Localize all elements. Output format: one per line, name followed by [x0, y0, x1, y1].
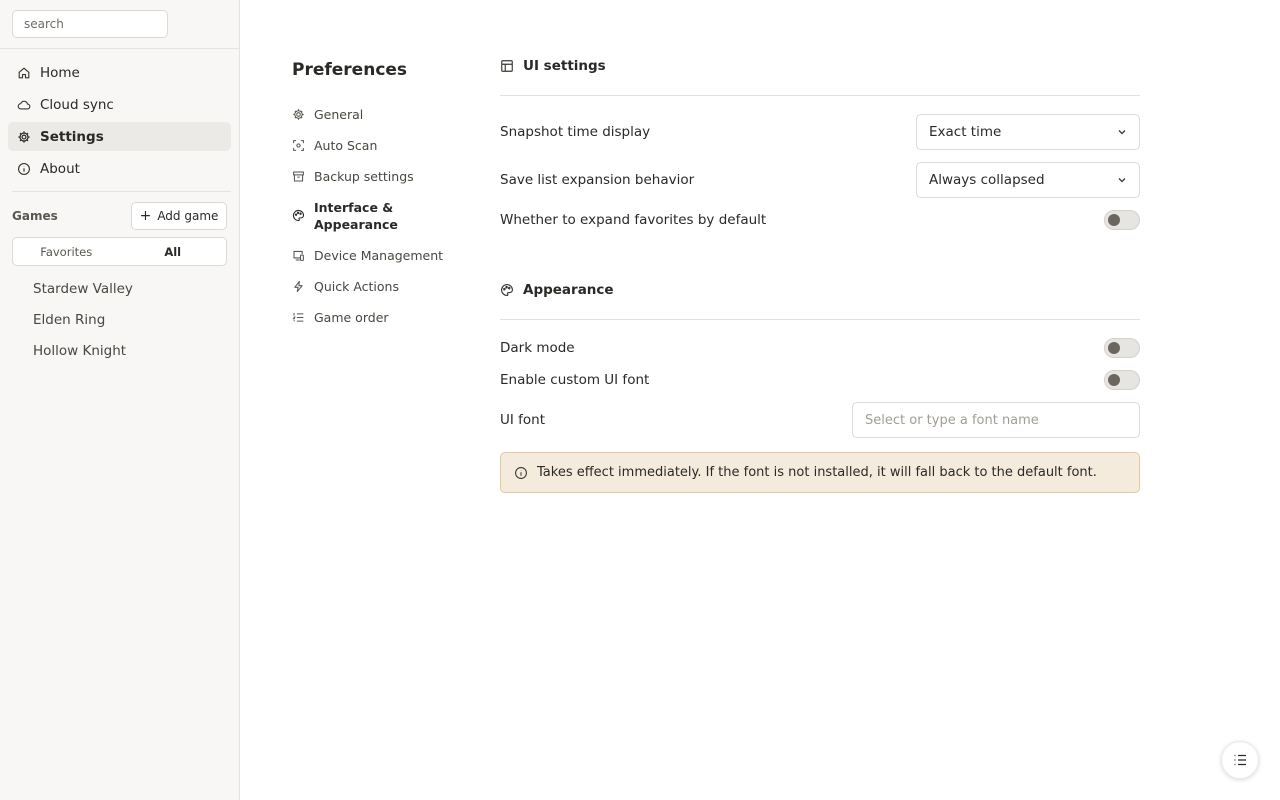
filter-favorites[interactable]: Favorites	[13, 238, 120, 265]
palette-icon	[500, 283, 514, 297]
nav-item-label: Settings	[40, 128, 104, 145]
pref-item-game-order[interactable]: Game order	[292, 310, 389, 325]
nav-item-label: Home	[40, 64, 80, 81]
game-item[interactable]: Stardew Valley	[33, 281, 133, 297]
home-icon	[17, 66, 31, 80]
layout-icon	[500, 59, 514, 73]
plus-icon: +	[139, 208, 152, 224]
expand-favorites-toggle[interactable]	[1104, 210, 1140, 230]
custom-font-toggle[interactable]	[1104, 370, 1140, 390]
gear-icon	[17, 130, 31, 144]
select-value: Always collapsed	[929, 172, 1045, 188]
lightning-icon	[292, 280, 305, 293]
pref-item-device-management[interactable]: Device Management	[292, 248, 443, 263]
ui-font-input[interactable]	[853, 403, 1139, 437]
filter-all[interactable]: All	[120, 238, 227, 265]
pref-item-label: Auto Scan	[314, 138, 378, 153]
toggle-knob	[1108, 374, 1120, 386]
cloud-icon	[17, 98, 31, 112]
pref-item-label: Game order	[314, 310, 389, 325]
divider	[500, 95, 1140, 96]
info-icon	[514, 466, 528, 480]
palette-icon	[292, 209, 305, 222]
nav-item-label: About	[40, 160, 80, 177]
expand-favorites-label: Whether to expand favorites by default	[500, 212, 767, 228]
pref-item-label: Backup settings	[314, 169, 414, 184]
ui-font-label: UI font	[500, 412, 546, 428]
sidebar: Home Cloud sync Settings About Games + A…	[0, 0, 240, 800]
search-input[interactable]	[13, 11, 167, 37]
add-game-label: Add game	[157, 209, 219, 223]
list-icon	[1232, 752, 1248, 768]
page-title: Preferences	[292, 60, 408, 80]
nav-item-label: Cloud sync	[40, 96, 114, 113]
game-item[interactable]: Hollow Knight	[33, 343, 126, 359]
pref-item-label: Interface & Appearance	[314, 200, 398, 232]
pref-item-backup-settings[interactable]: Backup settings	[292, 169, 414, 184]
add-game-button[interactable]: + Add game	[131, 202, 227, 230]
section-appearance: Appearance	[500, 282, 614, 298]
scan-icon	[292, 139, 305, 152]
divider	[500, 319, 1140, 320]
pref-item-general[interactable]: General	[292, 107, 363, 122]
list-order-icon	[292, 311, 305, 324]
toc-button[interactable]	[1221, 741, 1259, 779]
expansion-behavior-label: Save list expansion behavior	[500, 172, 695, 188]
devices-icon	[292, 249, 305, 262]
games-heading: Games	[12, 209, 58, 223]
expansion-behavior-select[interactable]: Always collapsed	[916, 162, 1140, 198]
section-ui-settings: UI settings	[500, 58, 606, 74]
pref-item-label: Quick Actions	[314, 279, 399, 294]
search-box[interactable]	[12, 10, 168, 38]
info-icon	[17, 162, 31, 176]
custom-font-label: Enable custom UI font	[500, 372, 650, 388]
dark-mode-label: Dark mode	[500, 340, 575, 356]
pref-item-quick-actions[interactable]: Quick Actions	[292, 279, 399, 294]
pref-item-label: Device Management	[314, 248, 444, 263]
pref-item-interface-appearance[interactable]: Interface & Appearance	[292, 199, 432, 233]
game-item[interactable]: Elden Ring	[33, 312, 105, 328]
pref-item-auto-scan[interactable]: Auto Scan	[292, 138, 377, 153]
divider	[0, 48, 239, 49]
nav-item-settings[interactable]: Settings	[8, 122, 231, 151]
nav-item-cloud-sync[interactable]: Cloud sync	[8, 90, 231, 119]
archive-icon	[292, 170, 305, 183]
toggle-knob	[1108, 342, 1120, 354]
section-heading: UI settings	[523, 58, 606, 74]
gear-icon	[292, 108, 305, 121]
font-notice: Takes effect immediately. If the font is…	[500, 452, 1140, 493]
section-heading: Appearance	[523, 282, 614, 298]
nav-item-home[interactable]: Home	[8, 58, 231, 87]
chevron-down-icon	[1117, 127, 1127, 137]
nav-item-about[interactable]: About	[8, 154, 231, 183]
snapshot-time-select[interactable]: Exact time	[916, 114, 1140, 150]
divider	[12, 191, 231, 192]
notice-text: Takes effect immediately. If the font is…	[537, 465, 1097, 480]
select-value: Exact time	[929, 124, 1002, 140]
dark-mode-toggle[interactable]	[1104, 338, 1140, 358]
snapshot-time-label: Snapshot time display	[500, 124, 651, 140]
games-filter: Favorites All	[12, 237, 227, 266]
pref-item-label: General	[314, 107, 364, 122]
ui-font-field[interactable]	[852, 402, 1140, 438]
chevron-down-icon	[1117, 175, 1127, 185]
toggle-knob	[1108, 214, 1120, 226]
